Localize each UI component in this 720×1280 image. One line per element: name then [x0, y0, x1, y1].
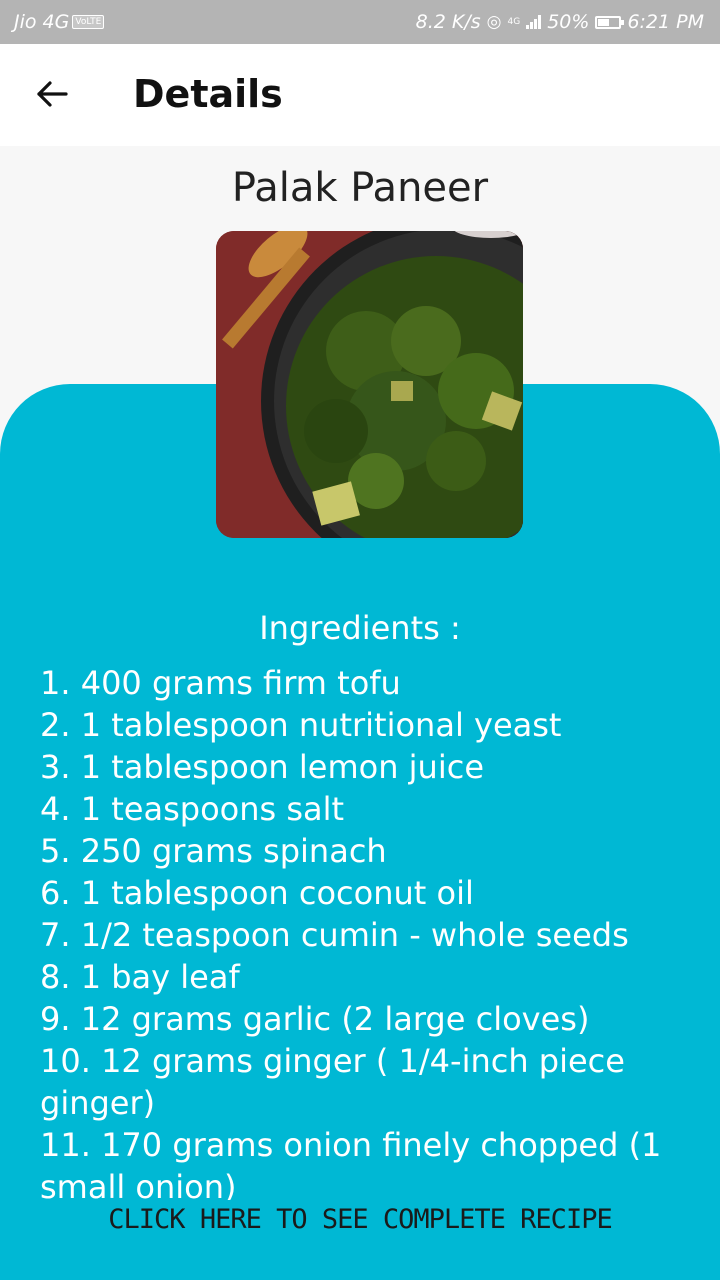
ingredients-heading: Ingredients :: [259, 609, 461, 647]
battery-icon: [595, 15, 625, 29]
hotspot-icon: ◎: [486, 12, 502, 32]
status-bar-right: 8.2 K/s ◎ 4G 50% 6:21 PM: [416, 0, 704, 44]
network-type: 4G: [507, 17, 521, 27]
recipe-image: [216, 231, 523, 538]
status-bar-left: Jio 4G VoLTE: [14, 0, 105, 44]
carrier-label: Jio 4G: [14, 11, 70, 33]
details-screen: Jio 4G VoLTE 8.2 K/s ◎ 4G 50% 6:21 PM De…: [0, 0, 720, 1280]
app-bar: Details: [0, 44, 720, 146]
clock: 6:21 PM: [627, 11, 704, 33]
list-item: 1. 400 grams firm tofu: [40, 664, 401, 702]
palak-paneer-photo: [216, 231, 523, 538]
volte-badge: VoLTE: [72, 15, 105, 29]
battery-percent: 50%: [547, 11, 590, 33]
status-bar: Jio 4G VoLTE 8.2 K/s ◎ 4G 50% 6:21 PM: [0, 0, 720, 44]
signal-icon: [526, 15, 542, 29]
list-item: 6. 1 tablespoon coconut oil: [40, 874, 474, 912]
ingredients-list[interactable]: 1. 400 grams firm tofu 2. 1 tablespoon n…: [40, 662, 680, 1200]
page-title: Details: [133, 72, 283, 116]
network-speed: 8.2 K/s: [415, 11, 481, 33]
list-item: 5. 250 grams spinach: [40, 832, 387, 870]
list-item: 11. 170 grams onion finely chopped (1 sm…: [40, 1126, 662, 1200]
list-item: 7. 1/2 teaspoon cumin - whole seeds: [40, 916, 629, 954]
recipe-title: Palak Paneer: [231, 165, 489, 211]
list-item: 9. 12 grams garlic (2 large cloves): [40, 1000, 590, 1038]
list-item: 8. 1 bay leaf: [40, 958, 240, 996]
list-item: 10. 12 grams ginger ( 1/4-inch piece gin…: [40, 1042, 625, 1122]
list-item: 4. 1 teaspoons salt: [40, 790, 345, 828]
list-item: 3. 1 tablespoon lemon juice: [40, 748, 484, 786]
list-item: 2. 1 tablespoon nutritional yeast: [40, 706, 562, 744]
arrow-left-icon: [37, 81, 68, 107]
back-button[interactable]: [28, 70, 76, 118]
see-complete-recipe-button[interactable]: CLICK HERE TO SEE COMPLETE RECIPE: [0, 1198, 720, 1242]
